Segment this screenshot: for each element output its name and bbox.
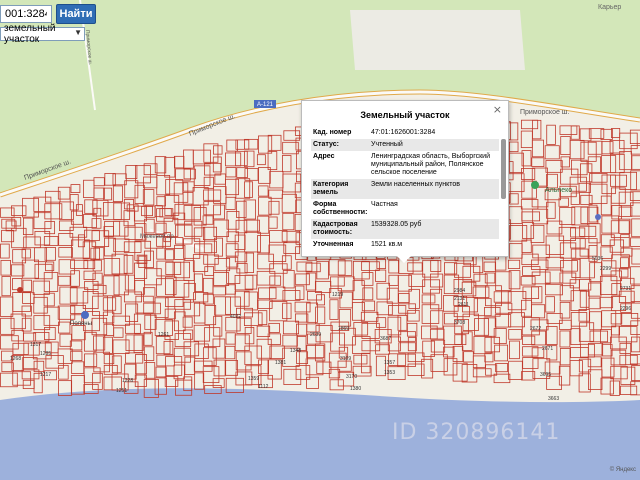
object-type-value: земельный участок (4, 23, 56, 45)
alpeko-label: Альпеко (545, 187, 572, 194)
info-value: 47:01:1626001:3284 (371, 129, 436, 136)
info-key: Уточненная площадь: (313, 241, 354, 248)
cadastral-search-input[interactable] (0, 5, 52, 23)
info-key: Статус: (311, 139, 368, 151)
parcel-number: 2299 (600, 266, 611, 272)
popup-title: Земельный участок (360, 110, 450, 120)
parcel-number: 1217 (40, 372, 51, 378)
parcel-number: 2984 (454, 288, 465, 294)
parcel-number: 4022 (230, 314, 241, 320)
karier-label: Карьер (598, 4, 621, 11)
parcel-number: 1112 (258, 384, 269, 390)
parcel-number: 1317 (30, 342, 41, 348)
parcel-number: 1357 (384, 360, 395, 366)
close-icon[interactable]: × (493, 103, 502, 116)
info-value: 1539328.05 руб (368, 219, 499, 239)
parcel-number: 3687 (380, 336, 391, 342)
alpeko-icon (531, 181, 539, 189)
search-button[interactable]: Найти (56, 4, 96, 24)
popup-pointer (397, 256, 411, 263)
parcel-number: 1380 (350, 386, 361, 392)
parcel-number: 3169 (340, 356, 351, 362)
chevron-down-icon: ▼ (74, 28, 82, 37)
search-bar: Найти (0, 4, 96, 24)
info-key: Кад. номер (313, 129, 352, 136)
parcel-number: 5036 (592, 256, 603, 262)
mezhevoy-label: Межевой пр. (140, 233, 176, 240)
info-value: Земли населенных пунктов (368, 179, 499, 199)
parcel-number: 3170 (346, 374, 357, 380)
info-row: Статус: Учтенный (311, 139, 499, 151)
info-row: Адрес Ленинградская область, Выборгский м… (311, 151, 499, 179)
parcel-number: 1285 (40, 351, 51, 357)
parcel-number: 2671 (542, 346, 553, 352)
road-label-3: Приморское ш. (520, 109, 569, 116)
parcel-number: 3663 (548, 396, 559, 402)
parcel-number: 2611 (458, 302, 469, 308)
parcel-number: 3708 (454, 320, 465, 326)
karier-area (350, 10, 525, 70)
parcel-number: 1219 (332, 292, 343, 298)
info-value: 1521 кв.м (371, 241, 403, 248)
map-credit: © Яндекс (609, 467, 636, 473)
parcel-number: 1381 (275, 360, 286, 366)
parcel-number: 1228 (122, 378, 133, 384)
info-row: Форма собственности: Частная (311, 199, 499, 219)
watermark-id: ID 320896141 (392, 420, 561, 445)
poi-red-icon (17, 287, 23, 293)
info-key: Категория земель (311, 179, 368, 199)
parcel-number: 3695 (540, 372, 551, 378)
parcel-number: 1348 (290, 348, 301, 354)
parcel-info-popup: Земельный участок × Кад. номер 47:01:1626… (301, 100, 509, 257)
poi-icon (595, 214, 601, 220)
popup-body: Кад. номер 47:01:1626001:3284 Статус: Учте… (311, 127, 499, 248)
popup-scrollbar[interactable] (501, 127, 506, 248)
road-number-label: А-121 (257, 102, 274, 108)
bus-stop-label: Поляны (70, 321, 92, 327)
parcel-number: 1359 (248, 376, 259, 382)
info-row: Категория земель Земли населенных пунктов (311, 179, 499, 199)
parcel-number: 2672 (530, 326, 541, 332)
parcel-number: 2731 (620, 286, 631, 292)
info-row: Кад. номер 47:01:1626001:3284 (311, 127, 499, 139)
info-value: Частная (371, 201, 398, 208)
parcel-number: 2639 (310, 332, 321, 338)
info-row: Кадастровая стоимость: 1539328.05 руб (311, 219, 499, 239)
info-value: Ленинградская область, Выборгский муници… (371, 153, 490, 176)
info-value: Учтенный (368, 139, 499, 151)
info-key: Адрес (313, 153, 335, 160)
info-key: Кадастровая стоимость: (311, 219, 368, 239)
info-key: Форма собственности: (313, 201, 368, 216)
parcel-number: 1268 (10, 356, 21, 362)
parcel-number: 1869 (338, 326, 349, 332)
parcel-number: 1251 (116, 388, 127, 394)
parcel-number: 1353 (384, 370, 395, 376)
bus-stop-icon (81, 311, 89, 319)
object-type-select[interactable]: земельный участок ▼ (0, 23, 85, 45)
scrollbar-thumb[interactable] (501, 139, 506, 199)
parcel-number: 1261 (158, 332, 169, 338)
info-row: Уточненная площадь: 1521 кв.м (311, 239, 499, 248)
parcel-number: 2296 (620, 306, 631, 312)
